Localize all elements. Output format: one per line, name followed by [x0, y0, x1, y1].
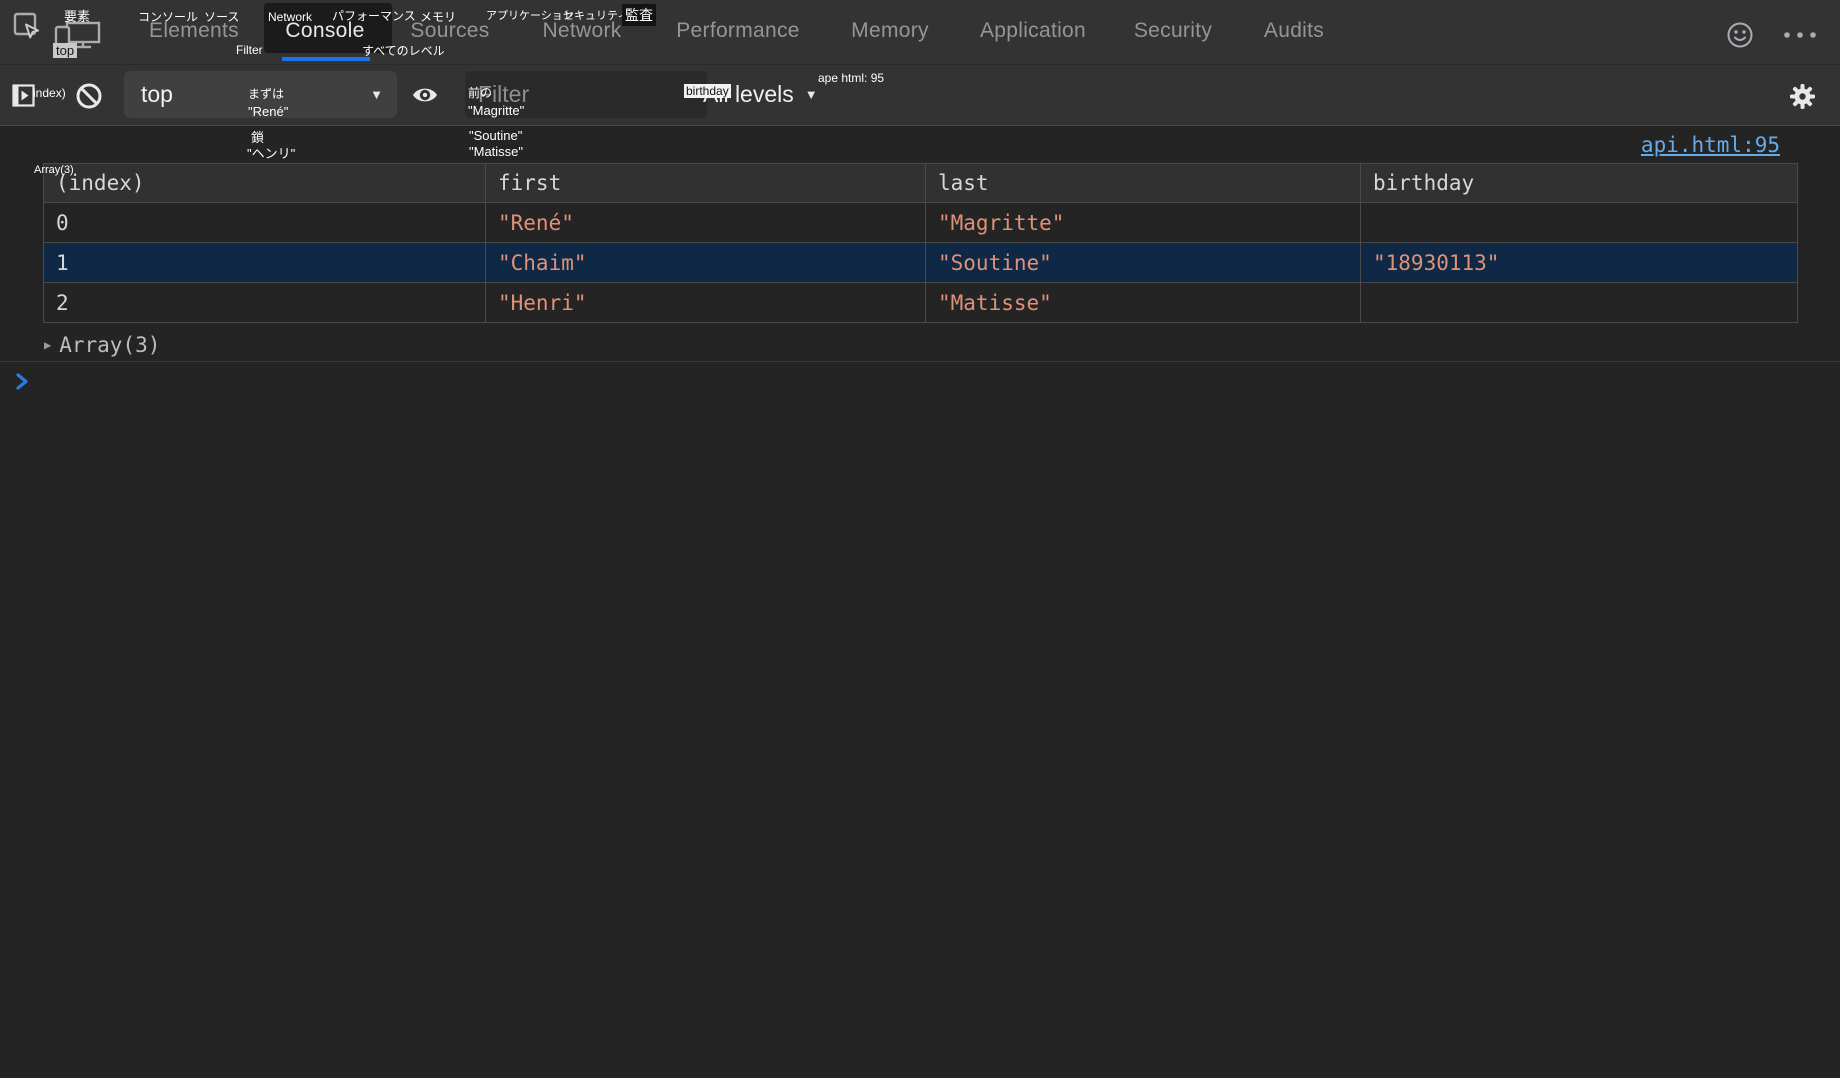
console-prompt-chevron-icon[interactable]: [15, 372, 30, 391]
tab-audits[interactable]: Audits: [1264, 19, 1324, 43]
settings-gear-icon[interactable]: [1789, 83, 1816, 110]
overlay-mae-no: 前の: [468, 86, 493, 100]
table-row[interactable]: 0 "René" "Magritte": [43, 202, 1798, 243]
chevron-down-icon: ▼: [370, 87, 383, 102]
overlay-soutine: "Soutine": [469, 128, 523, 143]
overlay-all-levels-ja: すべてのレベル: [362, 44, 445, 58]
clear-console-icon[interactable]: [75, 82, 103, 110]
overlay-birthday-highlight: birthday: [684, 84, 731, 98]
overlay-memory-ja: メモリ: [420, 10, 457, 24]
cell-last: "Soutine": [925, 242, 1361, 283]
overlay-filter-small: Filter: [236, 43, 263, 57]
overlay-sources-ja: ソース: [204, 10, 240, 24]
console-filter-field: 前の "Magritte": [465, 71, 707, 118]
feedback-smiley-icon[interactable]: [1726, 21, 1754, 49]
expand-triangle-icon[interactable]: ▶: [44, 338, 51, 352]
tab-security[interactable]: Security: [1134, 19, 1212, 43]
devtools-tab-bar: 要素 top コンソール ソース パフォーマンス メモリ アプリケーション セキ…: [0, 0, 1840, 65]
console-toolbar: index) top ▼ まずは "René" 前の "Magritte": [0, 65, 1840, 126]
column-header-birthday[interactable]: birthday: [1360, 163, 1798, 203]
overlay-index-partial: index): [33, 86, 66, 100]
chevron-down-icon: ▼: [804, 87, 818, 102]
table-header-row: (index) first last birthday: [43, 163, 1798, 203]
javascript-context-selector[interactable]: top ▼ まずは "René": [124, 71, 397, 119]
inspect-element-icon[interactable]: [13, 12, 41, 40]
overlay-audits-ja: 監査: [622, 4, 656, 26]
active-tab-underline: [282, 57, 370, 61]
overlay-top-badge: top: [53, 43, 78, 58]
devtools-window: 要素 top コンソール ソース パフォーマンス メモリ アプリケーション セキ…: [0, 0, 1840, 1078]
cell-first: "Chaim": [485, 242, 926, 283]
overlay-mazuwa: まずは: [248, 87, 285, 101]
overlay-henri-ja: "ヘンリ": [247, 146, 296, 161]
console-sidebar-toggle-icon[interactable]: [12, 84, 35, 107]
live-expression-eye-icon[interactable]: [412, 82, 438, 108]
cell-index: 2: [43, 282, 486, 323]
cell-birthday: [1360, 202, 1798, 243]
source-location-link[interactable]: api.html:95: [1641, 133, 1780, 157]
cell-first: "Henri": [485, 282, 926, 323]
table-row[interactable]: 2 "Henri" "Matisse": [43, 282, 1798, 323]
more-options-icon[interactable]: [1780, 21, 1820, 49]
cell-index: 0: [43, 202, 486, 243]
console-table: (index) first last birthday 0 "René" "Ma…: [43, 163, 1798, 323]
divider: [0, 361, 1840, 362]
cell-index: 1: [43, 242, 486, 283]
overlay-application-ja: アプリケーション: [486, 10, 574, 22]
overlay-matisse: "Matisse": [469, 144, 524, 159]
column-header-index[interactable]: (index): [43, 163, 486, 203]
overlay-elements-ja: 要素: [64, 9, 91, 24]
overlay-performance-ja: パフォーマンス: [332, 9, 416, 23]
overlay-rene: "René": [248, 104, 289, 119]
array-summary-label: Array(3): [59, 333, 161, 357]
overlay-array-label: Array(3): [34, 164, 74, 176]
cell-last: "Matisse": [925, 282, 1361, 323]
context-selector-value: top: [141, 81, 173, 107]
cell-first: "René": [485, 202, 926, 243]
overlay-console-ja: コンソール: [138, 10, 199, 24]
column-header-first[interactable]: first: [485, 163, 926, 203]
console-messages-area: 鎖 "ヘンリ" "Soutine" "Matisse" api.html:95 …: [0, 126, 1840, 1078]
overlay-ape-html: ape html: 95: [818, 71, 885, 85]
overlay-security-ja: セキュリティ: [563, 10, 629, 22]
tab-application[interactable]: Application: [980, 19, 1086, 43]
overlay-network-small: Network: [268, 10, 313, 24]
array-summary-row[interactable]: ▶ Array(3): [44, 331, 160, 359]
cell-birthday: "18930113": [1360, 242, 1798, 283]
table-row-selected[interactable]: 1 "Chaim" "Soutine" "18930113": [43, 242, 1798, 283]
overlay-magritte: "Magritte": [468, 103, 525, 118]
column-header-last[interactable]: last: [925, 163, 1361, 203]
tab-performance[interactable]: Performance: [676, 19, 800, 43]
cell-last: "Magritte": [925, 202, 1361, 243]
cell-birthday: [1360, 282, 1798, 323]
tab-memory[interactable]: Memory: [851, 19, 929, 43]
